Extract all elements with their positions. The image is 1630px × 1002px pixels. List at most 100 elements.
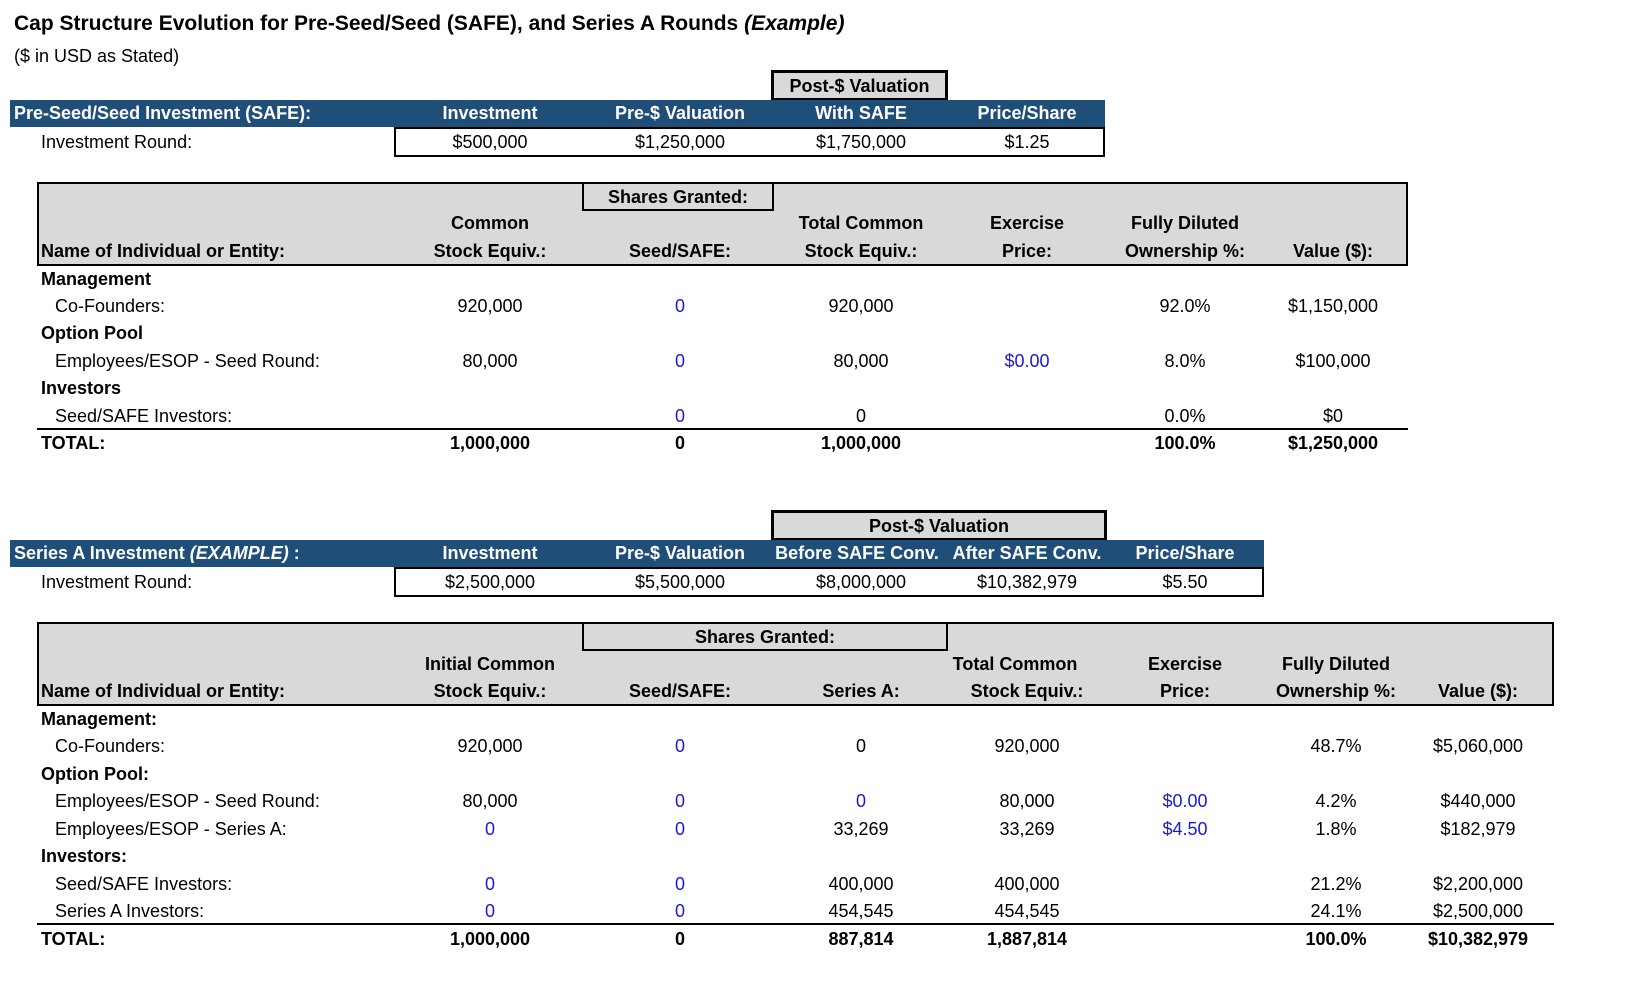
seriesa-row-name: Employees/ESOP - Seed Round: bbox=[55, 791, 320, 811]
seriesa-total-rule bbox=[37, 923, 1554, 925]
seriesa-price-value: $5.50 bbox=[1162, 572, 1208, 592]
seed-row-seed: 0 bbox=[674, 351, 685, 371]
seed-h-ex-1: Exercise bbox=[989, 213, 1065, 233]
seriesa-row-name: Employees/ESOP - Series A: bbox=[55, 819, 287, 839]
seed-h-seed: Seed/SAFE: bbox=[628, 241, 732, 261]
seed-investment-value: $500,000 bbox=[452, 132, 528, 152]
seriesa-col-after: After SAFE Conv. bbox=[952, 543, 1102, 563]
seriesa-total-common: 1,000,000 bbox=[449, 929, 531, 949]
seed-section-management: Management bbox=[41, 269, 152, 289]
seed-row-seed: 0 bbox=[674, 296, 685, 316]
seed-total-fd: 100.0% bbox=[1154, 433, 1216, 453]
page-title: Cap Structure Evolution for Pre-Seed/See… bbox=[14, 12, 844, 36]
seed-row-value: $1,150,000 bbox=[1287, 296, 1379, 316]
seriesa-invest-header-label: Series A Investment (EXAMPLE) : bbox=[14, 542, 300, 564]
seriesa-row-total: 400,000 bbox=[994, 874, 1060, 894]
seed-post-value: $1,750,000 bbox=[815, 132, 907, 152]
seriesa-shares-granted-box: Shares Granted: bbox=[582, 622, 948, 651]
seed-col-price: Price/Share bbox=[977, 103, 1077, 123]
seriesa-col-pre: Pre-$ Valuation bbox=[614, 543, 746, 563]
seed-h-fd-1: Fully Diluted bbox=[1131, 213, 1239, 233]
seriesa-row-name: Seed/SAFE Investors: bbox=[55, 874, 233, 894]
seriesa-row-sa: 33,269 bbox=[833, 819, 889, 839]
seriesa-row-seed: 0 bbox=[674, 819, 685, 839]
seed-price-value: $1.25 bbox=[1004, 132, 1050, 152]
seed-row-fd: 0.0% bbox=[1164, 406, 1206, 426]
seriesa-row-total: 454,545 bbox=[994, 901, 1060, 921]
seriesa-total-value: $10,382,979 bbox=[1427, 929, 1529, 949]
seriesa-row-value: $2,200,000 bbox=[1432, 874, 1524, 894]
seed-invest-header-bar: Pre-Seed/Seed Investment (SAFE): Investm… bbox=[10, 100, 1105, 127]
seed-row-value: $100,000 bbox=[1295, 351, 1371, 371]
seriesa-pre-value: $5,500,000 bbox=[634, 572, 726, 592]
seriesa-row-seed: 0 bbox=[674, 901, 685, 921]
seriesa-h-seriesa: Series A: bbox=[822, 681, 900, 701]
page-subtitle: ($ in USD as Stated) bbox=[14, 46, 180, 66]
seed-total-total: 1,000,000 bbox=[820, 433, 902, 453]
seriesa-header-example: (EXAMPLE) bbox=[189, 543, 289, 563]
seriesa-col-before: Before SAFE Conv. bbox=[775, 543, 939, 563]
seed-col-pre: Pre-$ Valuation bbox=[614, 103, 746, 123]
seriesa-row-name: Series A Investors: bbox=[55, 901, 205, 921]
seriesa-row-exercise: $4.50 bbox=[1162, 819, 1208, 839]
seriesa-total-total: 1,887,814 bbox=[986, 929, 1068, 949]
seed-row-fd: 92.0% bbox=[1159, 296, 1211, 316]
seriesa-row-value: $182,979 bbox=[1440, 819, 1516, 839]
seriesa-row-name: Co-Founders: bbox=[55, 736, 166, 756]
seriesa-h-ex-2: Price: bbox=[1159, 681, 1211, 701]
seriesa-row-common: 920,000 bbox=[457, 736, 523, 756]
seriesa-row-sa: 0 bbox=[855, 736, 866, 756]
seriesa-section-investors: Investors: bbox=[41, 846, 128, 866]
seed-row-exercise: $0.00 bbox=[1004, 351, 1050, 371]
seed-h-value: Value ($): bbox=[1292, 241, 1374, 261]
seed-h-total-2: Stock Equiv.: bbox=[804, 241, 918, 261]
seed-total-common: 1,000,000 bbox=[449, 433, 531, 453]
seriesa-h-fd-1: Fully Diluted bbox=[1282, 654, 1390, 674]
seriesa-total-sa: 887,814 bbox=[828, 929, 894, 949]
seed-shares-granted-box: Shares Granted: bbox=[582, 182, 774, 211]
seriesa-row-total: 80,000 bbox=[999, 791, 1055, 811]
seriesa-h-common-2: Stock Equiv.: bbox=[433, 681, 547, 701]
seriesa-row-value: $5,060,000 bbox=[1432, 736, 1524, 756]
seed-invest-header-label: Pre-Seed/Seed Investment (SAFE): bbox=[14, 103, 312, 123]
seed-col-with-safe: With SAFE bbox=[815, 103, 907, 123]
seed-row-value: $0 bbox=[1322, 406, 1344, 426]
seed-total-seed: 0 bbox=[674, 433, 685, 453]
seriesa-col-price: Price/Share bbox=[1135, 543, 1235, 563]
seriesa-total-label: TOTAL: bbox=[41, 929, 106, 949]
seed-h-common-1: Common bbox=[451, 213, 529, 233]
seed-row-common: 920,000 bbox=[457, 296, 523, 316]
seed-round-label: Investment Round: bbox=[41, 132, 193, 152]
seriesa-h-value: Value ($): bbox=[1437, 681, 1519, 701]
seriesa-row-seed: 0 bbox=[674, 791, 685, 811]
seriesa-post-valuation-box: Post-$ Valuation bbox=[771, 510, 1107, 541]
seriesa-row-seed: 0 bbox=[674, 874, 685, 894]
seriesa-row-sa: 454,545 bbox=[828, 901, 894, 921]
seriesa-row-value: $2,500,000 bbox=[1432, 901, 1524, 921]
seed-row-total: 0 bbox=[855, 406, 866, 426]
seriesa-shares-granted-label: Shares Granted: bbox=[694, 627, 836, 647]
seed-shares-granted-label: Shares Granted: bbox=[607, 187, 749, 207]
seed-total-rule bbox=[37, 428, 1408, 430]
seriesa-h-name: Name of Individual or Entity: bbox=[41, 681, 286, 701]
seed-section-investors: Investors bbox=[41, 378, 122, 398]
seriesa-row-common: 0 bbox=[484, 901, 495, 921]
seriesa-round-label: Investment Round: bbox=[41, 572, 193, 592]
title-suffix: (Example) bbox=[744, 12, 845, 35]
seriesa-invest-header-bar: Series A Investment (EXAMPLE) : Investme… bbox=[10, 540, 1264, 567]
seed-row-seed: 0 bbox=[674, 406, 685, 426]
seed-col-investment: Investment bbox=[442, 103, 538, 123]
seriesa-investment-value: $2,500,000 bbox=[444, 572, 536, 592]
seed-h-fd-2: Ownership %: bbox=[1124, 241, 1245, 261]
seed-total-value: $1,250,000 bbox=[1287, 433, 1379, 453]
seed-pre-value: $1,250,000 bbox=[634, 132, 726, 152]
seed-row-name: Employees/ESOP - Seed Round: bbox=[55, 351, 320, 371]
seriesa-row-common: 0 bbox=[484, 874, 495, 894]
seriesa-row-common: 0 bbox=[484, 819, 495, 839]
seriesa-header-text: Series A Investment bbox=[14, 543, 190, 563]
seed-total-label: TOTAL: bbox=[41, 433, 106, 453]
seed-h-total-1: Total Common bbox=[798, 213, 924, 233]
seed-h-name: Name of Individual or Entity: bbox=[41, 241, 286, 261]
seriesa-h-common-1: Initial Common bbox=[425, 654, 555, 674]
seed-h-ex-2: Price: bbox=[1001, 241, 1053, 261]
